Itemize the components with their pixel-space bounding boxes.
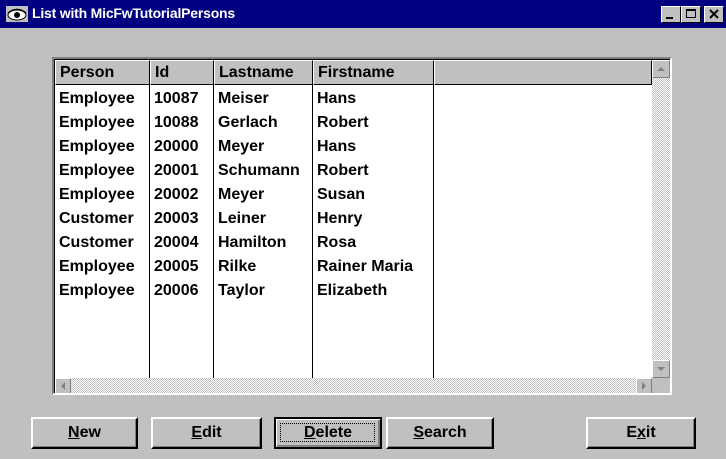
cell-person: Employee [59, 114, 135, 131]
arrow-down-icon [657, 367, 665, 371]
title-bar[interactable]: List with MicFwTutorialPersons [0, 0, 726, 28]
scroll-right-button[interactable] [636, 378, 652, 393]
cell-lastname: Leiner [218, 210, 267, 227]
cell-id: 20003 [154, 210, 199, 227]
search-button[interactable]: Search [386, 417, 494, 449]
search-button-label: Search [413, 424, 467, 441]
cell-person: Employee [59, 258, 135, 275]
cell-person: Customer [59, 210, 134, 227]
table-row[interactable]: Employee 20002 Meyer Susan [55, 186, 495, 210]
cell-lastname: Schumann [218, 162, 300, 179]
cell-id: 20002 [154, 186, 199, 203]
table-row[interactable]: Employee 20001 Schumann Robert [55, 162, 495, 186]
cell-id: 20006 [154, 282, 199, 299]
cell-person: Employee [59, 282, 135, 299]
window-title: List with MicFwTutorialPersons [32, 5, 235, 21]
column-header-firstname[interactable]: Firstname [313, 60, 434, 85]
scroll-left-button[interactable] [55, 378, 71, 393]
table-row[interactable]: Employee 20006 Taylor Elizabeth [55, 282, 495, 306]
vertical-scrollbar[interactable] [652, 60, 670, 378]
exit-button-label: Exit [626, 424, 656, 441]
cell-firstname: Robert [317, 114, 369, 131]
cell-lastname: Meyer [218, 186, 265, 203]
cell-lastname: Meiser [218, 90, 269, 107]
cell-lastname: Gerlach [218, 114, 278, 131]
table-row[interactable]: Employee 20005 Rilke Rainer Maria [55, 258, 495, 282]
cell-id: 20005 [154, 258, 199, 275]
list-window: List with MicFwTutorialPersons Person Id… [0, 0, 726, 459]
cell-firstname: Elizabeth [317, 282, 388, 299]
cell-id: 10088 [154, 114, 199, 131]
close-icon [709, 9, 719, 19]
cell-firstname: Hans [317, 90, 357, 107]
cell-person: Employee [59, 186, 135, 203]
cell-firstname: Susan [317, 186, 366, 203]
column-header-id[interactable]: Id [150, 60, 214, 85]
cell-person: Employee [59, 138, 135, 155]
delete-button[interactable]: Delete [274, 417, 382, 449]
table-row[interactable]: Employee 20000 Meyer Hans [55, 138, 495, 162]
scrollbar-corner [652, 378, 670, 393]
close-button[interactable] [704, 6, 724, 23]
cell-firstname: Hans [317, 138, 357, 155]
exit-button[interactable]: Exit [586, 417, 696, 449]
column-header-lastname[interactable]: Lastname [214, 60, 313, 85]
maximize-button[interactable] [681, 6, 701, 23]
arrow-up-icon [657, 67, 665, 71]
table-row[interactable]: Employee 10087 Meiser Hans [55, 90, 495, 114]
arrow-right-icon [642, 382, 646, 390]
cell-id: 20004 [154, 234, 199, 251]
cell-lastname: Hamilton [218, 234, 287, 251]
cell-firstname: Rosa [317, 234, 357, 251]
cell-lastname: Taylor [218, 282, 265, 299]
cell-person: Customer [59, 234, 134, 251]
column-header-empty[interactable] [434, 60, 652, 85]
cell-id: 10087 [154, 90, 199, 107]
delete-button-label: Delete [303, 424, 353, 441]
cell-firstname: Henry [317, 210, 363, 227]
scroll-down-button[interactable] [652, 360, 670, 378]
maximize-icon [686, 9, 696, 18]
cell-id: 20000 [154, 138, 199, 155]
minimize-icon [666, 17, 673, 19]
arrow-left-icon [61, 382, 65, 390]
edit-button-label: Edit [191, 424, 222, 441]
cell-id: 20001 [154, 162, 199, 179]
cell-lastname: Rilke [218, 258, 257, 275]
column-header-person[interactable]: Person [55, 60, 150, 85]
cell-firstname: Robert [317, 162, 369, 179]
scroll-up-button[interactable] [652, 60, 670, 78]
horizontal-scrollbar[interactable] [55, 378, 652, 393]
table-row[interactable]: Customer 20003 Leiner Henry [55, 210, 495, 234]
cell-firstname: Rainer Maria [317, 258, 414, 275]
table-row[interactable]: Customer 20004 Hamilton Rosa [55, 234, 495, 258]
table-row[interactable]: Employee 10088 Gerlach Robert [55, 114, 495, 138]
cell-person: Employee [59, 90, 135, 107]
new-button[interactable]: New [31, 417, 138, 449]
minimize-button[interactable] [661, 6, 681, 23]
cell-person: Employee [59, 162, 135, 179]
cell-lastname: Meyer [218, 138, 265, 155]
eye-icon[interactable] [6, 6, 28, 22]
persons-list[interactable]: Person Id Lastname Firstname Employee 100… [52, 57, 672, 395]
new-button-label: New [68, 424, 101, 441]
edit-button[interactable]: Edit [151, 417, 262, 449]
